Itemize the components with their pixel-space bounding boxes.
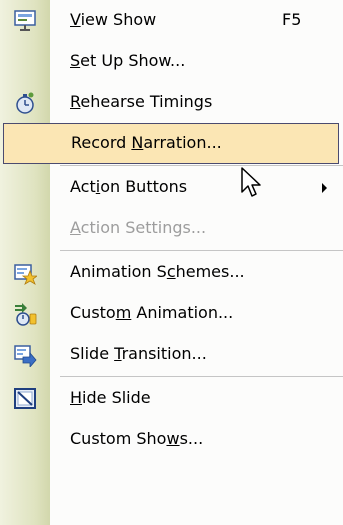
menu-item-hide-slide[interactable]: Hide Slide <box>0 378 343 419</box>
menu-item-label: Animation Schemes... <box>70 262 245 281</box>
menu-item-label: Action Settings... <box>70 218 207 237</box>
menu-item-label: Action Buttons <box>70 177 188 196</box>
menu-item-label: Custom Animation... <box>70 303 234 322</box>
menu-item-label: Record Narration... <box>71 133 222 152</box>
menu-item-rehearse-timings[interactable]: Rehearse Timings <box>0 82 343 123</box>
slide-show-menu: View Show F5 Set Up Show... Rehearse Tim… <box>0 0 343 525</box>
menu-separator <box>60 376 343 377</box>
animation-schemes-icon <box>0 252 50 293</box>
mouse-pointer-icon <box>241 167 261 197</box>
menu-item-label: Set Up Show... <box>70 51 186 70</box>
menu-item-set-up-show[interactable]: Set Up Show... <box>0 41 343 82</box>
menu-item-animation-schemes[interactable]: Animation Schemes... <box>0 252 343 293</box>
slide-show-icon <box>0 0 50 41</box>
submenu-arrow-icon <box>322 183 327 193</box>
menu-separator <box>60 165 343 166</box>
menu-item-action-buttons[interactable]: Action Buttons <box>0 167 343 208</box>
menu-item-label: Rehearse Timings <box>70 92 213 111</box>
custom-animation-icon <box>0 293 50 334</box>
menu-item-label: Slide Transition... <box>70 344 207 363</box>
menu-item-slide-transition[interactable]: Slide Transition... <box>0 334 343 375</box>
hide-slide-icon <box>0 378 50 419</box>
stopwatch-icon <box>0 82 50 123</box>
menu-item-custom-animation[interactable]: Custom Animation... <box>0 293 343 334</box>
menu-item-action-settings: Action Settings... <box>0 208 343 249</box>
shortcut-label: F5 <box>282 10 302 29</box>
menu-item-view-show[interactable]: View Show F5 <box>0 0 343 41</box>
menu-item-record-narration[interactable]: Record Narration... <box>3 123 339 164</box>
menu-item-label: Custom Shows... <box>70 429 204 448</box>
menu-separator <box>60 250 343 251</box>
slide-transition-icon <box>0 334 50 375</box>
menu-item-custom-shows[interactable]: Custom Shows... <box>0 419 343 460</box>
menu-item-label: Hide Slide <box>70 388 151 407</box>
menu-item-label: View Show <box>70 10 157 29</box>
